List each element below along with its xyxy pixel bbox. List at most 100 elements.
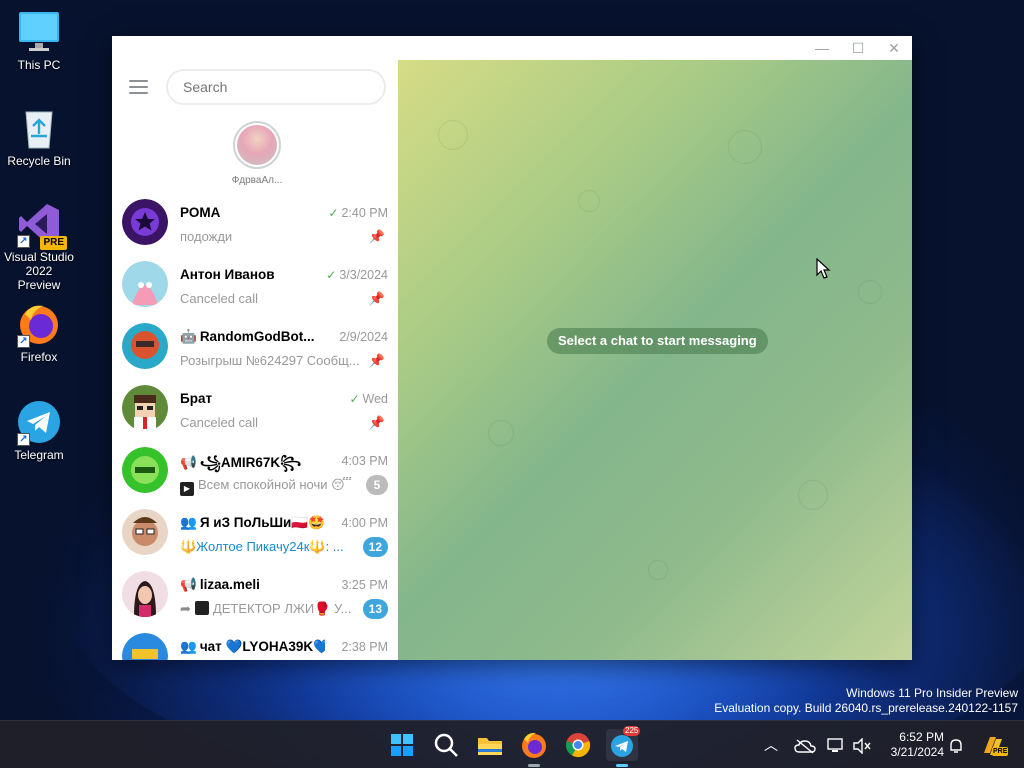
- chat-time: 4:03 PM: [341, 454, 388, 468]
- chat-list: РОМА ✓ 2:40 PM подожди 📌 Антон Иванов ✓ 3/…: [112, 195, 398, 660]
- chat-preview: Canceled call: [180, 415, 259, 430]
- bot-icon: 🤖: [180, 329, 197, 344]
- desktop-icon-label: This PC: [17, 58, 61, 72]
- pin-icon: 📌: [368, 415, 385, 430]
- pin-icon: 📌: [368, 353, 385, 368]
- wallpaper-doodle: [798, 480, 828, 510]
- wallpaper-doodle: [728, 130, 762, 164]
- chat-name: 👥 Я иЗ ПоЛьШи🇵🇱🤩: [180, 515, 325, 530]
- close-button[interactable]: ✕: [876, 36, 912, 60]
- copilot-pre-icon[interactable]: PRE: [980, 721, 1009, 768]
- chat-preview: ➦ ДЕТЕКТОР ЛЖИ🥊 У...: [180, 601, 352, 616]
- avatar: [122, 385, 168, 431]
- desktop-icon-label: Telegram: [14, 448, 64, 462]
- desktop-icon-recycle-bin[interactable]: Recycle Bin: [2, 106, 76, 168]
- wallpaper-doodle: [858, 280, 882, 304]
- folder-icon: [478, 738, 502, 755]
- chat-area[interactable]: Select a chat to start messaging: [398, 60, 912, 660]
- recycle-bin-icon: [17, 106, 61, 150]
- chat-preview: Розыгрыш №624297 Сообщ...: [180, 353, 360, 368]
- chat-time: ✓ Wed: [349, 392, 388, 406]
- chat-item[interactable]: 📢 ꧁AMIR67K꧂ 4:03 PM ▶ Всем спокойной ночи …: [112, 443, 398, 505]
- chat-item[interactable]: Антон Иванов ✓ 3/3/2024 Canceled call 📌: [112, 257, 398, 319]
- firefox-taskbar-button[interactable]: [518, 729, 550, 767]
- wallpaper-doodle: [488, 420, 514, 446]
- group-icon: 👥: [180, 515, 197, 530]
- unread-badge: 12: [362, 537, 388, 557]
- unread-count-badge: 225: [623, 726, 641, 736]
- desktop-icon-firefox[interactable]: ↗ Firefox: [2, 302, 76, 364]
- notification-bell-icon[interactable]: [948, 721, 964, 768]
- chat-name: Антон Иванов: [180, 267, 275, 282]
- forward-icon: ➦: [180, 601, 191, 616]
- onedrive-icon[interactable]: [794, 721, 816, 768]
- pre-badge: PRE: [992, 747, 1009, 756]
- avatar: [122, 571, 168, 617]
- search-icon: [434, 733, 458, 757]
- minimize-button[interactable]: —: [804, 36, 840, 60]
- desktop-icon-visual-studio[interactable]: PRE ↗ Visual Studio 2022 Preview: [2, 202, 76, 292]
- search-input[interactable]: [166, 69, 386, 105]
- monitor-icon: [17, 10, 61, 54]
- visual-studio-icon: PRE ↗: [17, 202, 67, 250]
- channel-icon: 📢: [180, 577, 197, 592]
- avatar: [122, 509, 168, 555]
- volume-muted-icon[interactable]: [852, 721, 872, 768]
- wallpaper-doodle: [648, 560, 668, 580]
- title-bar: — ☐ ✕: [112, 36, 912, 60]
- unread-badge: 13: [362, 599, 388, 619]
- telegram-taskbar-button[interactable]: 225: [606, 726, 641, 767]
- story-name: ФдрваАл...: [231, 175, 283, 186]
- avatar: [122, 199, 168, 245]
- chat-name: Брат: [180, 391, 213, 406]
- chat-item[interactable]: 📢 lizaa.meli 3:25 PM ➦ ДЕТЕКТОР ЛЖИ🥊 У... …: [112, 567, 398, 629]
- photo-thumbnail-icon: [194, 601, 209, 615]
- read-check-icon: ✓: [326, 268, 337, 282]
- read-check-icon: ✓: [328, 206, 339, 220]
- empty-chat-hint: Select a chat to start messaging: [547, 328, 768, 354]
- desktop-icon-label: Visual Studio 2022 Preview: [4, 250, 74, 292]
- chat-item[interactable]: 🤖 RandomGodBot... 2/9/2024 Розыгрыш №6242…: [112, 319, 398, 381]
- system-clock[interactable]: 6:52 PM 3/21/2024: [884, 730, 944, 760]
- chat-item[interactable]: Брат ✓ Wed Canceled call 📌: [112, 381, 398, 443]
- watermark-edition: Windows 11 Pro Insider Preview: [846, 686, 1018, 700]
- maximize-button[interactable]: ☐: [840, 36, 876, 60]
- desktop-icon-this-pc[interactable]: This PC: [2, 10, 76, 72]
- chat-time: 2/9/2024: [339, 330, 388, 344]
- desktop-icon-label: Recycle Bin: [7, 154, 71, 168]
- tray-overflow-chevron-icon[interactable]: ︿: [764, 721, 778, 768]
- wallpaper-doodle: [578, 190, 600, 212]
- windows-logo-icon: [391, 734, 413, 756]
- file-explorer-button[interactable]: [474, 729, 506, 761]
- chat-item[interactable]: РОМА ✓ 2:40 PM подожди 📌: [112, 195, 398, 257]
- story-item[interactable]: ФдрваАл...: [226, 121, 288, 186]
- network-icon[interactable]: [826, 721, 846, 768]
- clock-time: 6:52 PM: [899, 730, 944, 744]
- desktop-icon-label: Firefox: [20, 350, 58, 364]
- chrome-taskbar-button[interactable]: [562, 729, 594, 761]
- firefox-icon: [522, 732, 546, 758]
- chat-name: 🤖 RandomGodBot...: [180, 329, 315, 344]
- chat-name: 👥 чат 💙LYOHA39K💙: [180, 639, 325, 654]
- chat-name: 📢 ꧁AMIR67K꧂: [180, 455, 302, 470]
- chrome-icon: [565, 733, 591, 758]
- taskbar: 225 ︿ 6:52 PM 3/21/2024 PRE: [0, 720, 1024, 768]
- firefox-icon: ↗: [17, 302, 61, 348]
- telegram-window: — ☐ ✕ ФдрваАл... РОМА ✓2:40 PM подожди 📌: [112, 36, 912, 660]
- chat-item[interactable]: 👥 Я иЗ ПоЛьШи🇵🇱🤩 4:00 PM 🔱Жолтое Пикачу24…: [112, 505, 398, 567]
- menu-icon[interactable]: [129, 80, 148, 94]
- video-thumbnail-icon: ▶: [180, 482, 194, 496]
- unread-badge: 5: [366, 475, 388, 495]
- shortcut-arrow-icon: ↗: [17, 235, 30, 248]
- chat-time: 4:00 PM: [341, 516, 388, 530]
- start-button[interactable]: [386, 729, 418, 761]
- chat-preview: 🔱Жолтое Пикачу24к🔱: ...: [180, 539, 344, 554]
- desktop-icon-telegram[interactable]: ↗ Telegram: [2, 400, 76, 462]
- mouse-cursor-icon: [816, 258, 831, 279]
- chat-item[interactable]: 👥 чат 💙LYOHA39K💙 2:38 PM: [112, 629, 398, 660]
- search-button[interactable]: [430, 729, 462, 761]
- chat-preview: ▶ Всем спокойной ночи 😴: [180, 477, 352, 496]
- chat-time: 3:25 PM: [341, 578, 388, 592]
- story-avatar: [233, 121, 281, 169]
- chat-time: ✓ 3/3/2024: [326, 268, 388, 282]
